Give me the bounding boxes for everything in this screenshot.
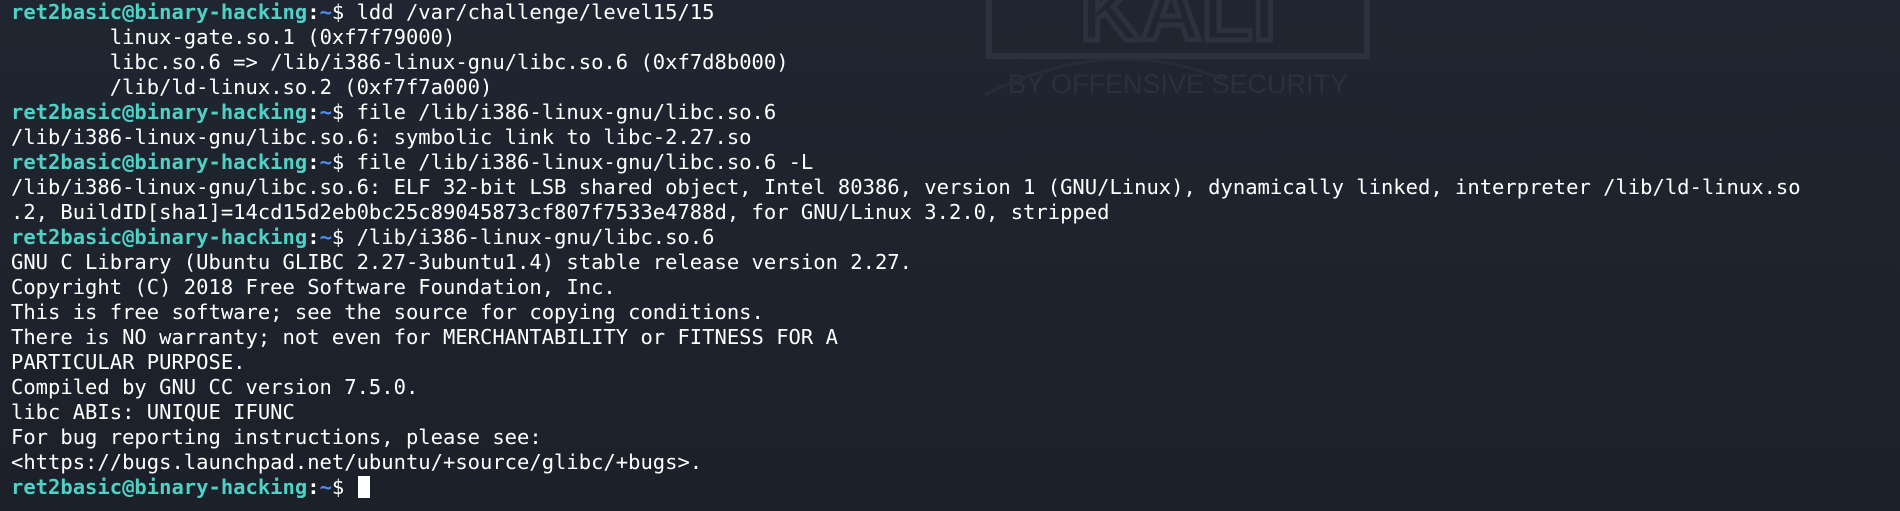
prompt-path: ~ — [319, 225, 332, 249]
output-line: This is free software; see the source fo… — [11, 300, 764, 324]
command-text: file /lib/i386-linux-gnu/libc.so.6 -L — [356, 150, 814, 174]
prompt-sign: $ — [331, 225, 357, 249]
prompt-path: ~ — [319, 150, 332, 174]
command-text: file /lib/i386-linux-gnu/libc.so.6 — [356, 100, 777, 124]
prompt-userhost: ret2basic@binary-hacking — [11, 0, 308, 24]
prompt-sign: $ — [331, 100, 357, 124]
output-line: linux-gate.so.1 (0xf7f79000) — [11, 25, 456, 49]
prompt-separator: : — [307, 225, 320, 249]
output-line: libc ABIs: UNIQUE IFUNC — [11, 400, 295, 424]
output-line: GNU C Library (Ubuntu GLIBC 2.27-3ubuntu… — [11, 250, 912, 274]
prompt-userhost: ret2basic@binary-hacking — [11, 100, 308, 124]
output-line: Copyright (C) 2018 Free Software Foundat… — [11, 275, 616, 299]
output-line: libc.so.6 => /lib/i386-linux-gnu/libc.so… — [11, 50, 789, 74]
prompt-path: ~ — [319, 475, 332, 499]
terminal-output: ret2basic@binary-hacking:~$ ldd /var/cha… — [0, 0, 1900, 500]
prompt-sign: $ — [331, 475, 357, 499]
prompt-sign: $ — [331, 0, 357, 24]
prompt-sign: $ — [331, 150, 357, 174]
output-line: <https://bugs.launchpad.net/ubuntu/+sour… — [11, 450, 703, 474]
prompt-line: ret2basic@binary-hacking:~$ file /lib/i3… — [11, 150, 1900, 175]
output-line: /lib/i386-linux-gnu/libc.so.6: ELF 32-bi… — [11, 175, 1801, 199]
prompt-separator: : — [307, 150, 320, 174]
terminal-window[interactable]: KALI BY OFFENSIVE SECURITY ret2basic@bin… — [0, 0, 1900, 511]
prompt-userhost: ret2basic@binary-hacking — [11, 225, 308, 249]
prompt-path: ~ — [319, 100, 332, 124]
output-line: /lib/ld-linux.so.2 (0xf7f7a000) — [11, 75, 493, 99]
text-cursor[interactable] — [357, 476, 370, 498]
prompt-separator: : — [307, 0, 320, 24]
prompt-path: ~ — [319, 0, 332, 24]
prompt-line: ret2basic@binary-hacking:~$ ldd /var/cha… — [11, 0, 1900, 25]
output-line: /lib/i386-linux-gnu/libc.so.6: symbolic … — [11, 125, 752, 149]
output-line: There is NO warranty; not even for MERCH… — [11, 325, 838, 349]
prompt-userhost: ret2basic@binary-hacking — [11, 475, 308, 499]
prompt-separator: : — [307, 100, 320, 124]
output-line: Compiled by GNU CC version 7.5.0. — [11, 375, 419, 399]
command-text: ldd /var/challenge/level15/15 — [356, 0, 715, 24]
command-text: /lib/i386-linux-gnu/libc.so.6 — [356, 225, 715, 249]
prompt-line: ret2basic@binary-hacking:~$ — [11, 475, 1900, 500]
output-line: .2, BuildID[sha1]=14cd15d2eb0bc25c890458… — [11, 200, 1110, 224]
output-line: For bug reporting instructions, please s… — [11, 425, 542, 449]
prompt-line: ret2basic@binary-hacking:~$ file /lib/i3… — [11, 100, 1900, 125]
prompt-userhost: ret2basic@binary-hacking — [11, 150, 308, 174]
output-line: PARTICULAR PURPOSE. — [11, 350, 246, 374]
prompt-line: ret2basic@binary-hacking:~$ /lib/i386-li… — [11, 225, 1900, 250]
prompt-separator: : — [307, 475, 320, 499]
